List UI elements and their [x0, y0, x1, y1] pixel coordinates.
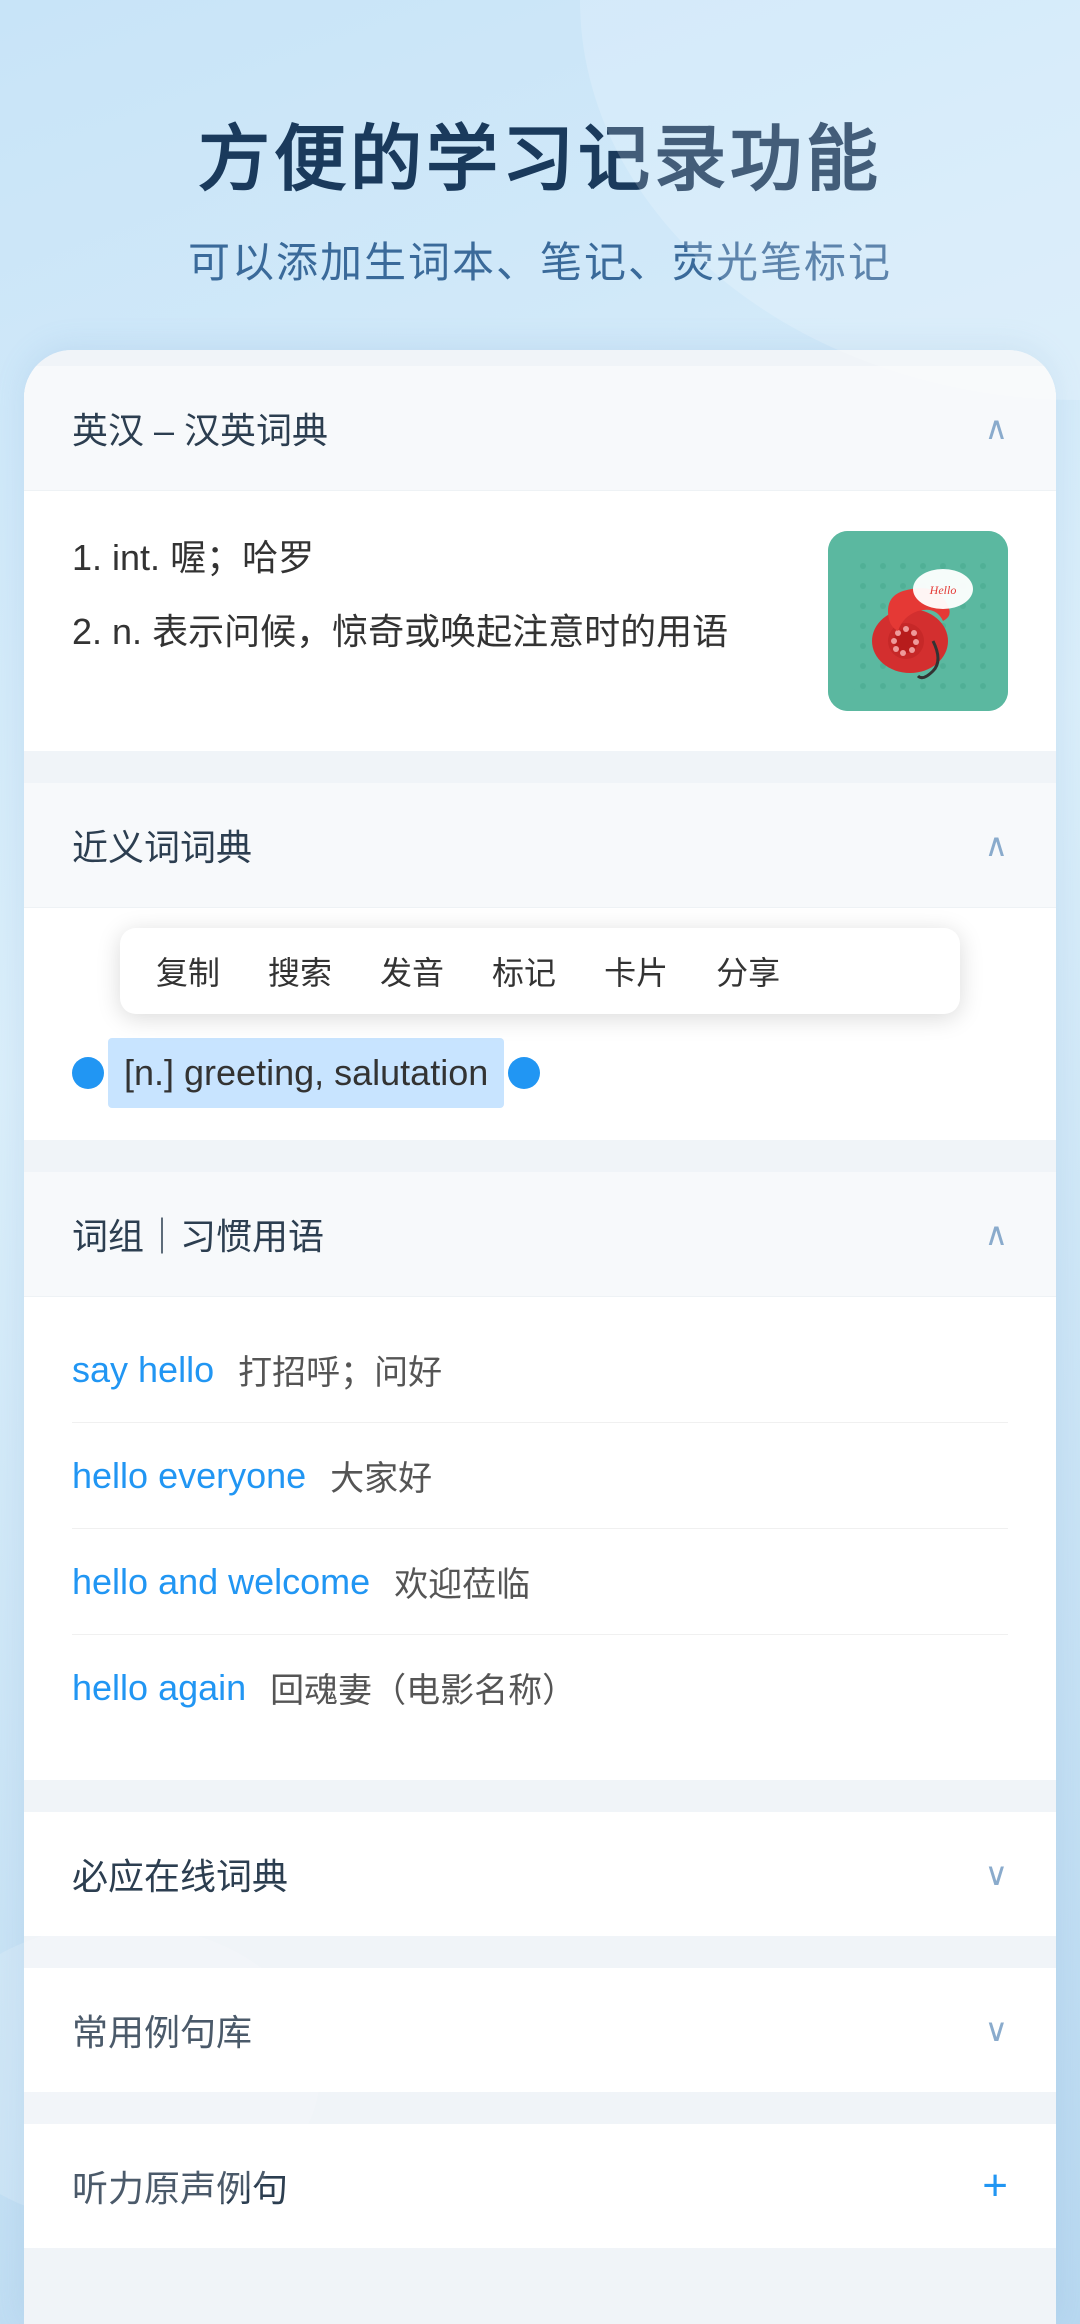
- page-title: 方便的学习记录功能: [60, 100, 1020, 205]
- selection-handle-left: [72, 1057, 104, 1089]
- svg-text:Hello: Hello: [929, 583, 957, 597]
- context-share[interactable]: 分享: [716, 948, 780, 994]
- listening-section: 听力原声例句 +: [24, 2124, 1056, 2248]
- def2-meaning: 表示问候，惊奇或唤起注意时的用语: [152, 611, 728, 652]
- listening-plus-icon[interactable]: +: [982, 2161, 1008, 2211]
- context-menu-wrapper: 复制 搜索 发音 标记 卡片 分享: [24, 908, 1056, 1014]
- section-gap-3: [24, 1796, 1056, 1812]
- section-gap-5: [24, 2108, 1056, 2124]
- phrases-section-title: 词组｜习惯用语: [72, 1208, 324, 1260]
- dict-section-header[interactable]: 英汉 – 汉英词典 ∧: [24, 366, 1056, 491]
- phrase-item-2[interactable]: hello everyone 大家好: [72, 1423, 1008, 1529]
- def2-pos: n.: [112, 611, 142, 652]
- byying-section-title: 必应在线词典: [72, 1848, 288, 1900]
- def1-num: 1.: [72, 537, 112, 578]
- synonyms-section: 近义词词典 ∧ 复制 搜索 发音 标记 卡片 分享 [n.] greeting,…: [24, 783, 1056, 1140]
- example-section-title: 常用例句库: [72, 2004, 252, 2056]
- hello-image-inner: Hello: [828, 531, 1008, 711]
- main-card: 英汉 – 汉英词典 ∧ 1. int. 喔；哈罗 2. n. 表示问候，惊奇或唤…: [24, 350, 1056, 2324]
- phrase-english-2: hello everyone: [72, 1455, 306, 1497]
- phrases-section: 词组｜习惯用语 ∧ say hello 打招呼；问好 hello everyon…: [24, 1172, 1056, 1780]
- bottom-padding: [24, 2264, 1056, 2324]
- header-section: 方便的学习记录功能 可以添加生词本、笔记、荧光笔标记: [0, 0, 1080, 350]
- example-section: 常用例句库 ∨: [24, 1968, 1056, 2092]
- synonyms-chevron-up-icon: ∧: [985, 826, 1008, 864]
- phrases-chevron-up-icon: ∧: [985, 1215, 1008, 1253]
- definition-line-1: 1. int. 喔；哈罗: [72, 531, 798, 585]
- hello-image: Hello: [828, 531, 1008, 711]
- context-menu: 复制 搜索 发音 标记 卡片 分享: [120, 928, 960, 1014]
- context-mark[interactable]: 标记: [492, 948, 556, 994]
- byying-section-header[interactable]: 必应在线词典 ∨: [24, 1812, 1056, 1936]
- dict-definitions: 1. int. 喔；哈罗 2. n. 表示问候，惊奇或唤起注意时的用语: [72, 531, 828, 679]
- selection-handle-right: [508, 1057, 540, 1089]
- phrase-chinese-1: 打招呼；问好: [238, 1345, 442, 1394]
- synonyms-section-header[interactable]: 近义词词典 ∧: [24, 783, 1056, 908]
- example-chevron-down-icon: ∨: [985, 2011, 1008, 2049]
- definition-line-2: 2. n. 表示问候，惊奇或唤起注意时的用语: [72, 605, 798, 659]
- dict-section-title: 英汉 – 汉英词典: [72, 402, 328, 454]
- selected-text: [n.] greeting, salutation: [108, 1038, 504, 1108]
- synonyms-section-title: 近义词词典: [72, 819, 252, 871]
- selected-text-row: [n.] greeting, salutation: [72, 1038, 1008, 1108]
- listening-section-header[interactable]: 听力原声例句 +: [24, 2124, 1056, 2248]
- context-copy[interactable]: 复制: [156, 948, 220, 994]
- dict-entry: 1. int. 喔；哈罗 2. n. 表示问候，惊奇或唤起注意时的用语: [24, 491, 1056, 751]
- phrase-list: say hello 打招呼；问好 hello everyone 大家好 hell…: [24, 1297, 1056, 1780]
- def1-meaning: 喔；哈罗: [170, 537, 314, 578]
- example-section-header[interactable]: 常用例句库 ∨: [24, 1968, 1056, 2092]
- dict-chevron-up-icon: ∧: [985, 409, 1008, 447]
- phrase-english-4: hello again: [72, 1667, 246, 1709]
- phrases-section-header[interactable]: 词组｜习惯用语 ∧: [24, 1172, 1056, 1297]
- phrase-item-3[interactable]: hello and welcome 欢迎莅临: [72, 1529, 1008, 1635]
- def2-num: 2.: [72, 611, 112, 652]
- phrase-english-1: say hello: [72, 1349, 214, 1391]
- listening-section-title: 听力原声例句: [72, 2160, 288, 2212]
- phrase-item-1[interactable]: say hello 打招呼；问好: [72, 1317, 1008, 1423]
- section-gap-4: [24, 1952, 1056, 1968]
- page-subtitle: 可以添加生词本、笔记、荧光笔标记: [60, 229, 1020, 290]
- section-gap-top: [24, 350, 1056, 366]
- section-gap-1: [24, 767, 1056, 783]
- context-card[interactable]: 卡片: [604, 948, 668, 994]
- byying-section: 必应在线词典 ∨: [24, 1812, 1056, 1936]
- context-pronounce[interactable]: 发音: [380, 948, 444, 994]
- telephone-svg: Hello: [848, 551, 988, 691]
- context-search[interactable]: 搜索: [268, 948, 332, 994]
- phrase-chinese-2: 大家好: [330, 1451, 432, 1500]
- section-gap-2: [24, 1156, 1056, 1172]
- phrase-chinese-3: 欢迎莅临: [394, 1557, 530, 1606]
- dict-section: 英汉 – 汉英词典 ∧ 1. int. 喔；哈罗 2. n. 表示问候，惊奇或唤…: [24, 366, 1056, 751]
- phrase-chinese-4: 回魂妻（电影名称）: [270, 1663, 576, 1712]
- def1-pos: int.: [112, 537, 160, 578]
- selected-text-container: [n.] greeting, salutation: [24, 1014, 1056, 1140]
- byying-chevron-down-icon: ∨: [985, 1855, 1008, 1893]
- phrase-item-4[interactable]: hello again 回魂妻（电影名称）: [72, 1635, 1008, 1740]
- phrase-english-3: hello and welcome: [72, 1561, 370, 1603]
